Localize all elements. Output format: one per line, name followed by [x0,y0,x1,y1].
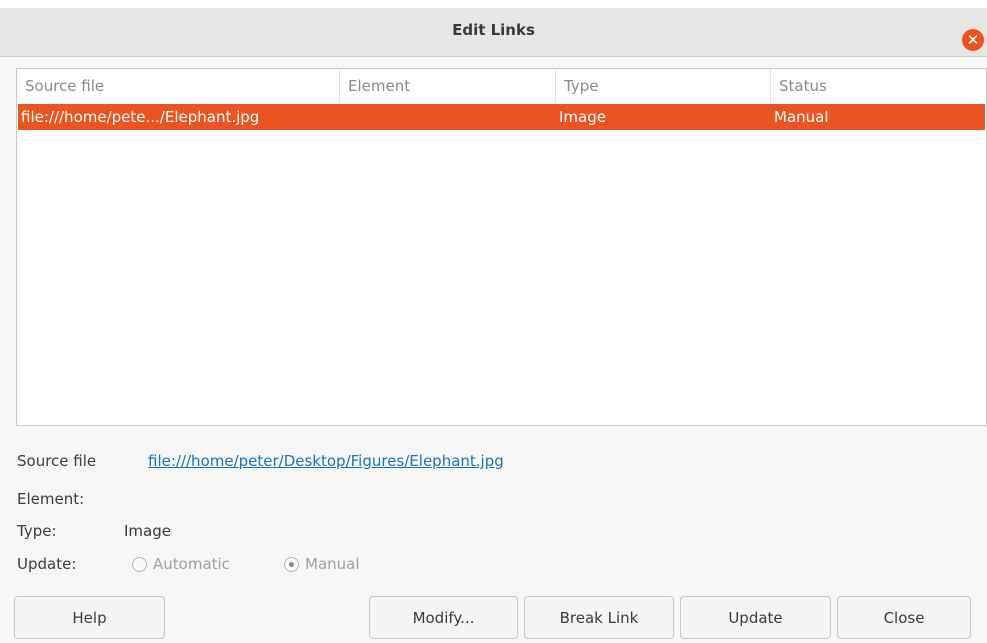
cell-status: Manual [774,108,829,126]
radio-automatic[interactable]: Automatic [132,555,230,573]
radio-manual[interactable]: Manual [284,555,360,573]
source-file-label: Source file [17,452,97,470]
column-header-type[interactable]: Type [556,69,771,103]
cell-source-file: file:///home/pete.../Elephant.jpg [21,108,260,126]
radio-automatic-indicator[interactable] [132,556,147,572]
column-header-element[interactable]: Element [340,69,556,103]
break-link-button[interactable]: Break Link [524,596,674,639]
element-label: Element: [17,490,85,508]
radio-automatic-label: Automatic [153,555,230,573]
column-header-status[interactable]: Status [771,69,986,103]
source-file-link[interactable]: file:///home/peter/Desktop/Figures/Eleph… [148,452,504,470]
close-button[interactable]: Close [837,596,971,639]
dialog-title: Edit Links [452,21,535,39]
edit-links-dialog: Edit Links ✕ Source file Element Type St… [0,0,987,643]
cell-element [340,104,343,130]
radio-manual-label: Manual [305,555,360,573]
table-row[interactable]: file:///home/pete.../Elephant.jpg Image … [18,104,985,130]
update-button[interactable]: Update [680,596,831,639]
update-label: Update: [17,555,77,573]
modify-button[interactable]: Modify... [369,596,518,639]
column-header-source-file[interactable]: Source file [17,69,340,103]
title-bar: Edit Links ✕ [0,8,987,57]
radio-manual-indicator[interactable] [284,556,299,572]
close-icon[interactable]: ✕ [962,29,984,51]
links-list[interactable]: Source file Element Type Status file:///… [16,68,987,426]
background-strip [0,0,987,8]
help-button[interactable]: Help [14,596,165,639]
type-label: Type: [17,522,57,540]
cell-type: Image [559,108,606,126]
list-header: Source file Element Type Status [17,69,986,103]
type-value: Image [124,522,171,540]
